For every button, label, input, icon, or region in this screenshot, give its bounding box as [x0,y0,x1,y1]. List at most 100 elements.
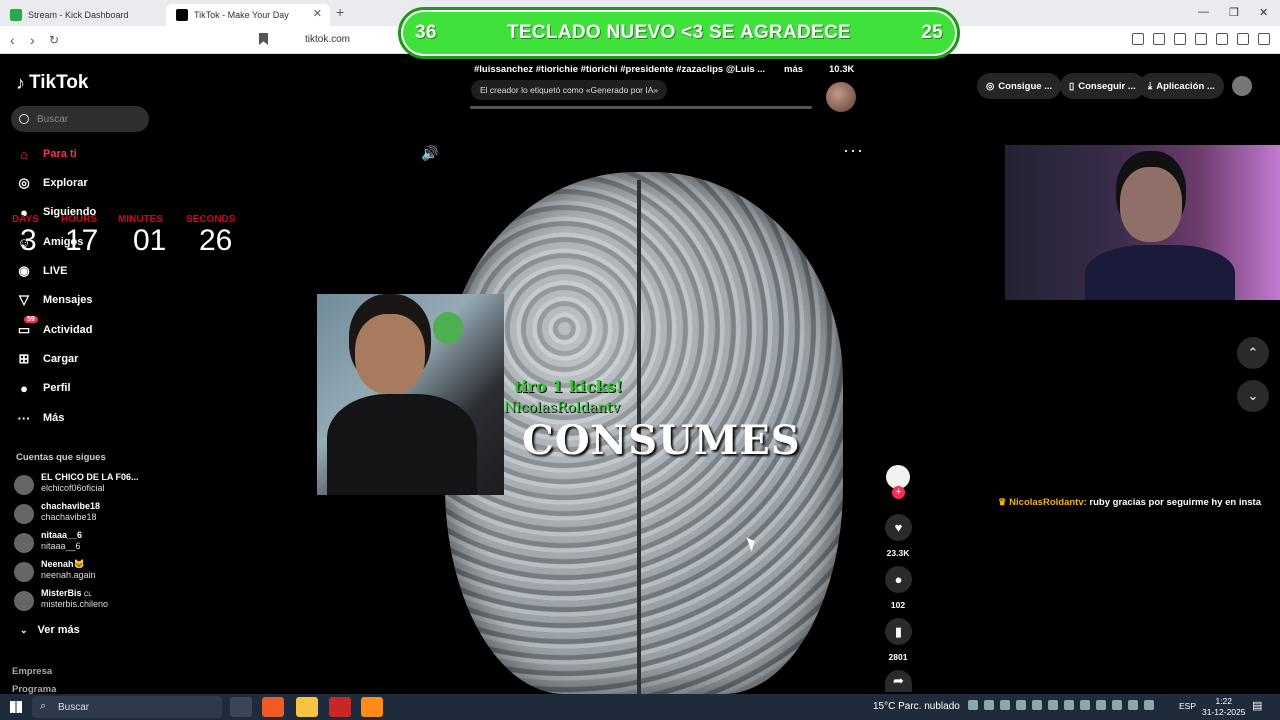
caption-more-link[interactable]: más [784,64,803,75]
tiktok-logo[interactable]: ♪ TikTok [16,72,88,94]
following-handle: elchicof06oficial [41,483,105,493]
tray-icon[interactable] [1080,700,1090,710]
streamer-webcam-right [1005,145,1280,300]
follow-plus-icon[interactable]: + [892,486,905,499]
following-item[interactable]: Neenah🐱 neenah.again [14,559,154,585]
banner-left-number: 36 [415,22,437,43]
see-more-label: Ver más [37,624,80,636]
desktop-app-button[interactable]: ⤓ Aplicación ... [1139,73,1224,99]
language-indicator[interactable]: ESP [1179,701,1196,711]
reload-icon[interactable]: ↻ [49,33,59,47]
comment-button[interactable]: ● [885,566,912,593]
tray-icon[interactable] [1112,700,1122,710]
following-handle: neenah.again [41,570,96,580]
sidebar-item-perfil[interactable]: ● Perfil [16,378,70,398]
previous-video-button[interactable]: ⌃ [1237,337,1269,369]
following-item[interactable]: nitaaa__6 nitaaa__6 [14,530,154,556]
save-button[interactable]: ▮ [885,618,912,645]
see-more-button[interactable]: ⌄ Ver más [20,624,80,636]
tray-icon[interactable] [1048,700,1058,710]
streamer-webcam-left [317,294,504,495]
creator-avatar[interactable] [826,82,856,112]
share-button[interactable]: ➦ [885,670,912,692]
brave-browser-icon[interactable] [262,697,284,717]
messages-icon: ▽ [19,292,29,307]
following-item[interactable]: chachavibe18 chachavibe18 [14,501,154,527]
volume-icon[interactable]: 🔊 [421,145,438,162]
tab-tiktok[interactable]: TikTok - Make Your Day ✕ [166,4,330,26]
tab-label: Stream - Kick Dashboard [28,10,129,20]
taskbar-search[interactable]: ⌕ Buscar [32,696,222,718]
extension-icon[interactable] [1174,33,1186,45]
windows-taskbar: ⌕ Buscar 15°C Parc. nublado ESP 1:22 31-… [0,694,1280,720]
tray-icon[interactable] [968,700,978,710]
sidebar-item-actividad[interactable]: ▭ 59 Actividad [16,316,93,340]
url-field[interactable]: tiktok.com [305,34,350,45]
search-icon [19,114,29,124]
following-name-text: MisterBis [41,588,82,598]
tray-icon[interactable] [1000,700,1010,710]
task-view-icon[interactable] [230,697,252,717]
next-video-button[interactable]: ⌄ [1237,380,1269,412]
extension-icon[interactable] [1216,33,1228,45]
tray-icon[interactable] [1032,700,1042,710]
notification-icon[interactable]: ▤ [1252,699,1262,712]
tray-icon[interactable] [1016,700,1026,710]
extension-icon[interactable] [1132,33,1144,45]
profile-avatar[interactable] [1232,76,1252,96]
following-handle: nitaaa__6 [41,541,81,551]
chevron-up-icon: ⌃ [1247,345,1259,360]
bookmark-icon[interactable] [259,33,268,45]
home-icon: ⌂ [20,146,28,162]
back-icon[interactable]: ‹ [10,32,15,48]
sidebar-item-live[interactable]: ◉ LIVE [16,261,67,281]
tray-icon[interactable] [1064,700,1074,710]
restore-icon[interactable]: ❐ [1229,6,1239,19]
following-item[interactable]: MisterBis CL misterbis.chileno [14,588,154,614]
obs-icon[interactable] [329,697,351,717]
clock-date: 31-12-2025 [1202,707,1246,717]
banner-right-number: 25 [921,22,943,43]
tray-icon[interactable] [1144,700,1154,710]
footer-link-empresa[interactable]: Empresa [12,666,52,677]
minimize-icon[interactable]: — [1198,6,1209,18]
app-icon[interactable] [361,697,383,717]
sidebar-item-label: Mensajes [43,294,93,306]
tab-kick-dashboard[interactable]: Stream - Kick Dashboard [0,4,164,26]
stream-goal-banner: 36 TECLADO NUEVO <3 SE AGRADECE 25 [398,7,960,59]
avatar [14,475,34,495]
extension-icon[interactable] [1153,33,1165,45]
more-options-icon[interactable]: ··· [843,140,864,161]
bookmark-save-icon: ▮ [894,623,903,639]
windows-start-icon[interactable] [10,701,22,713]
weather-widget[interactable]: 15°C Parc. nublado [873,701,960,712]
extension-icon[interactable] [1195,33,1207,45]
ai-generated-label: El creador lo etiquetó como «Generado po… [471,80,668,100]
tray-icon[interactable] [1128,700,1138,710]
tray-icon[interactable] [1096,700,1106,710]
like-button[interactable]: ♥ [885,514,912,541]
new-tab-icon[interactable]: + [336,4,344,20]
extension-icon[interactable] [1237,33,1249,45]
tray-icon[interactable] [984,700,994,710]
file-explorer-icon[interactable] [296,697,318,717]
get-app-button[interactable]: ▯ Conseguir ... [1060,73,1145,99]
sidebar-item-cargar[interactable]: ⊞ Cargar [16,349,79,369]
timer-days: 3 [20,224,37,257]
close-tab-icon[interactable]: ✕ [313,7,322,20]
sidebar-item-explorar[interactable]: ◎ Explorar [16,173,87,193]
sidebar-item-para-ti[interactable]: ⌂ Para ti [16,144,77,164]
sidebar-item-label: LIVE [43,265,68,277]
menu-icon[interactable] [1258,33,1270,45]
forward-icon[interactable]: › [30,32,35,48]
sidebar-item-mensajes[interactable]: ▽ Mensajes [16,290,93,310]
sidebar-item-label: Actividad [43,324,93,336]
sidebar-item-mas[interactable]: ··· Más [16,408,65,428]
get-coins-button[interactable]: ◎ Consigue ... [977,73,1062,99]
sidebar-item-label: Para ti [43,148,77,160]
video-progress-bar[interactable] [470,106,812,109]
search-input[interactable]: Buscar [11,106,149,132]
following-item[interactable]: EL CHICO DE LA F06... elchicof06oficial [14,472,154,498]
clock[interactable]: 1:22 31-12-2025 [1202,696,1245,718]
close-window-icon[interactable]: ✕ [1259,6,1268,19]
